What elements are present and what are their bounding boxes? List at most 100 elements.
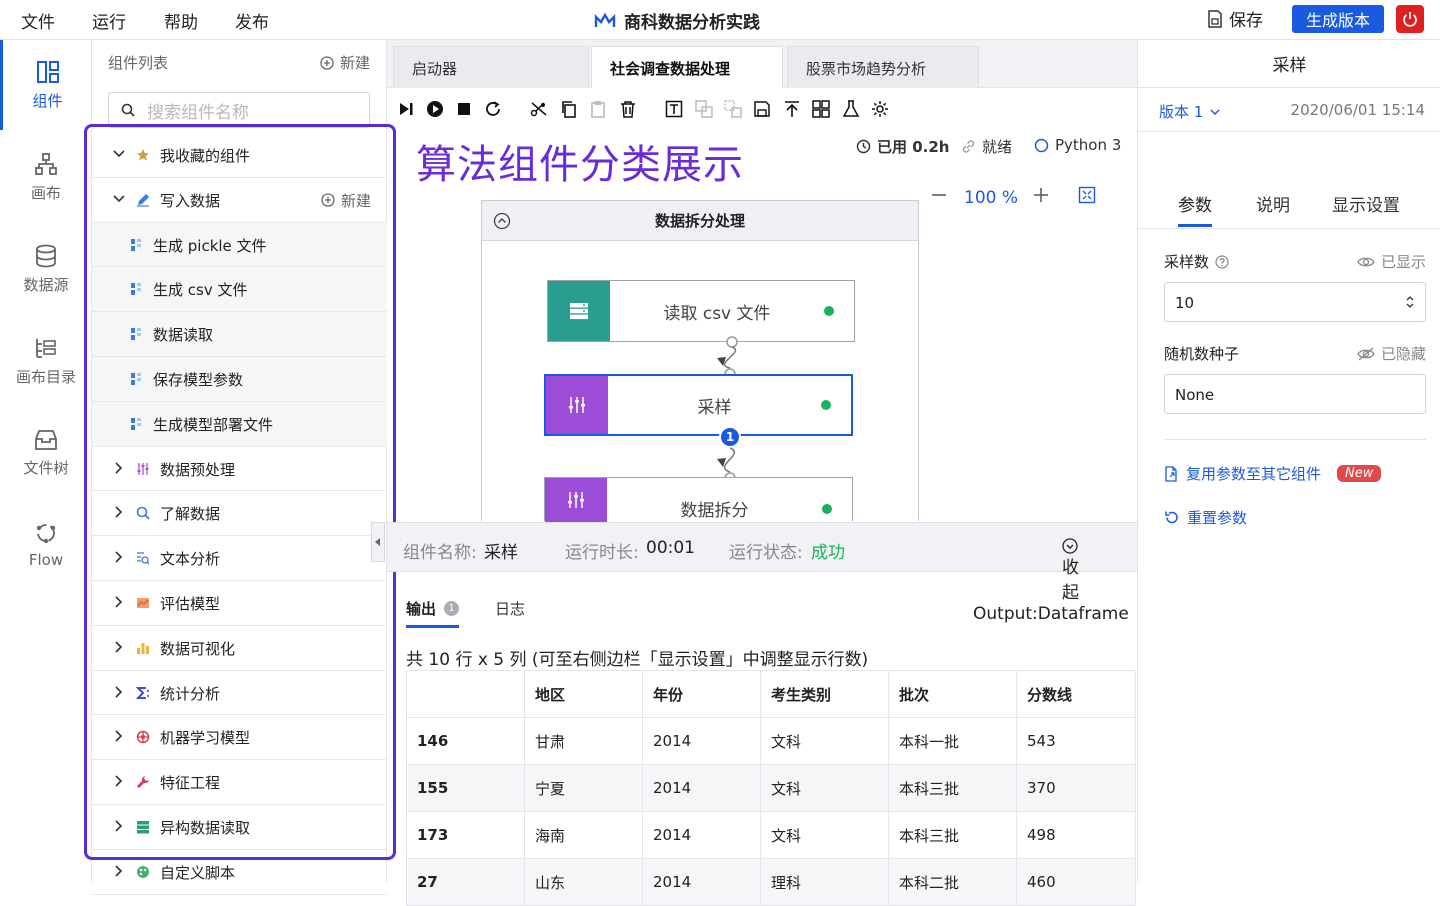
new-component-button[interactable]: 新建 (320, 52, 370, 73)
rail-item-datasource[interactable]: 数据源 (0, 224, 92, 314)
ready-text: 就绪 (982, 138, 1013, 156)
rail-item-flow[interactable]: Flow (0, 500, 92, 590)
experiment-button[interactable] (840, 98, 862, 120)
tab-social-survey[interactable]: 社会调查数据处理 (591, 46, 783, 88)
tree-child-save-params[interactable]: 保存模型参数 (92, 356, 387, 402)
table-cell: 海南 (524, 811, 643, 859)
tree-child-csv[interactable]: 生成 csv 文件 (92, 267, 387, 313)
tree-item-custom-script[interactable]: 自定义脚本 (92, 850, 387, 895)
sliders-icon (569, 397, 585, 413)
tab-display-settings[interactable]: 显示设置 (1332, 191, 1400, 216)
tree-label: 了解数据 (160, 505, 221, 524)
menu-run[interactable]: 运行 (92, 8, 126, 33)
reuse-params-link[interactable]: 复用参数至其它组件 New (1164, 463, 1382, 484)
run-to-here-button[interactable] (395, 98, 417, 120)
menu-publish[interactable]: 发布 (235, 8, 269, 33)
node-sample[interactable]: 采样 (544, 374, 853, 436)
stepper-icon[interactable] (1405, 294, 1415, 310)
tree-item-hetero-data[interactable]: 异构数据读取 (92, 805, 387, 850)
tab-log[interactable]: 日志 (495, 598, 525, 619)
tree-child-read-data[interactable]: 数据读取 (92, 312, 387, 357)
column-header[interactable]: 年份 (642, 670, 761, 718)
table-row: 155 宁夏 2014 文科 本科三批 370 (406, 764, 1136, 812)
run-button[interactable] (424, 98, 446, 120)
column-header[interactable]: 考生类别 (760, 670, 889, 718)
group-button[interactable] (693, 98, 715, 120)
save-button[interactable]: 保存 (1207, 6, 1263, 31)
collapse-up-icon[interactable] (493, 212, 511, 230)
power-icon (1403, 12, 1417, 27)
rail-item-catalog[interactable]: 画布目录 (0, 316, 92, 406)
tree-child-deploy-file[interactable]: 生成模型部署文件 (92, 401, 387, 447)
top-bar: 文件 运行 帮助 发布 商科数据分析实践 保存 生成版本 (0, 0, 1440, 40)
sample-count-visibility[interactable]: 已显示 (1357, 251, 1426, 272)
tab-description[interactable]: 说明 (1256, 191, 1290, 216)
tab-stock-trend[interactable]: 股票市场趋势分析 (787, 46, 979, 88)
tree-item-text-analysis[interactable]: 文本分析 (92, 536, 387, 581)
column-header[interactable]: 分数线 (1016, 670, 1136, 718)
ungroup-button[interactable] (722, 98, 744, 120)
tree-item-preprocess[interactable]: 数据预处理 (92, 447, 387, 492)
fit-view-button[interactable] (1078, 186, 1096, 209)
power-button[interactable] (1396, 5, 1424, 33)
chevron-right-icon (115, 506, 123, 518)
random-seed-input[interactable]: None (1164, 374, 1426, 414)
tree-item-statistics[interactable]: 统计分析 (92, 671, 387, 716)
output-table: 地区 年份 考生类别 批次 分数线 146 甘肃 2014 文科 本科一批 54… (406, 670, 1136, 906)
node-split[interactable]: 数据拆分 (544, 477, 853, 522)
generate-version-button[interactable]: 生成版本 (1292, 5, 1384, 33)
restart-button[interactable] (482, 98, 504, 120)
copy-button[interactable] (558, 98, 580, 120)
search-input[interactable]: 搜索组件名称 (108, 92, 370, 128)
tree-item-write-data[interactable]: 写入数据 新建 (92, 178, 387, 223)
tab-params[interactable]: 参数 (1178, 191, 1212, 227)
tree-label: 特征工程 (160, 774, 221, 793)
tree-item-evaluate[interactable]: 评估模型 (92, 581, 387, 626)
delete-button[interactable] (617, 98, 639, 120)
column-header[interactable]: 地区 (524, 670, 643, 718)
menu-help[interactable]: 帮助 (164, 8, 198, 33)
save-icon (1208, 9, 1222, 28)
fit-icon (1078, 186, 1096, 204)
random-seed-visibility[interactable]: 已隐藏 (1357, 343, 1426, 364)
layout-button[interactable] (810, 98, 832, 120)
write-data-new-button[interactable]: 新建 (321, 190, 371, 211)
save-canvas-button[interactable] (751, 98, 773, 120)
stop-button[interactable] (453, 98, 475, 120)
upload-button[interactable] (781, 98, 803, 120)
tree-child-pickle[interactable]: 生成 pickle 文件 (92, 222, 387, 268)
text-button[interactable] (663, 98, 685, 120)
zoom-out-button[interactable] (930, 186, 948, 209)
cut-button[interactable] (528, 98, 550, 120)
status-dot (822, 503, 832, 514)
tree-item-favorites[interactable]: 我收藏的组件 (92, 133, 387, 178)
rail-item-canvas[interactable]: 画布 (0, 132, 92, 222)
chevron-right-icon (115, 462, 123, 474)
zoom-in-button[interactable] (1032, 186, 1050, 209)
column-header[interactable] (406, 670, 525, 718)
reset-params-link[interactable]: 重置参数 (1164, 507, 1247, 528)
sample-count-input[interactable]: 10 (1164, 282, 1426, 322)
node-read-csv[interactable]: 读取 csv 文件 (547, 280, 855, 342)
collapse-left-handle[interactable] (371, 522, 385, 562)
tree-item-explore[interactable]: 了解数据 (92, 491, 387, 537)
rail-item-components[interactable]: 组件 (0, 40, 92, 130)
settings-button[interactable] (869, 98, 891, 120)
version-select[interactable]: 版本 1 (1159, 101, 1221, 122)
help-icon[interactable] (1215, 254, 1229, 269)
column-header[interactable]: 批次 (888, 670, 1017, 718)
node-label: 采样 (697, 397, 732, 418)
collapse-output-button[interactable]: 收起 (1062, 538, 1079, 603)
tree-item-visualization[interactable]: 数据可视化 (92, 626, 387, 671)
paste-button[interactable] (587, 98, 609, 120)
rail-item-file-tree[interactable]: 文件树 (0, 408, 92, 498)
visibility-text: 已显示 (1380, 253, 1426, 271)
tab-output[interactable]: 输出 1 (406, 598, 460, 628)
node-icon-wrap (548, 281, 610, 341)
tab-launcher[interactable]: 启动器 (393, 46, 589, 88)
tree-item-ml-models[interactable]: 机器学习模型 (92, 715, 387, 761)
tree-item-feature-engineering[interactable]: 特征工程 (92, 760, 387, 805)
python-status[interactable]: Python 3 (1034, 136, 1121, 154)
menu-file[interactable]: 文件 (21, 8, 55, 33)
star-icon (137, 149, 149, 161)
